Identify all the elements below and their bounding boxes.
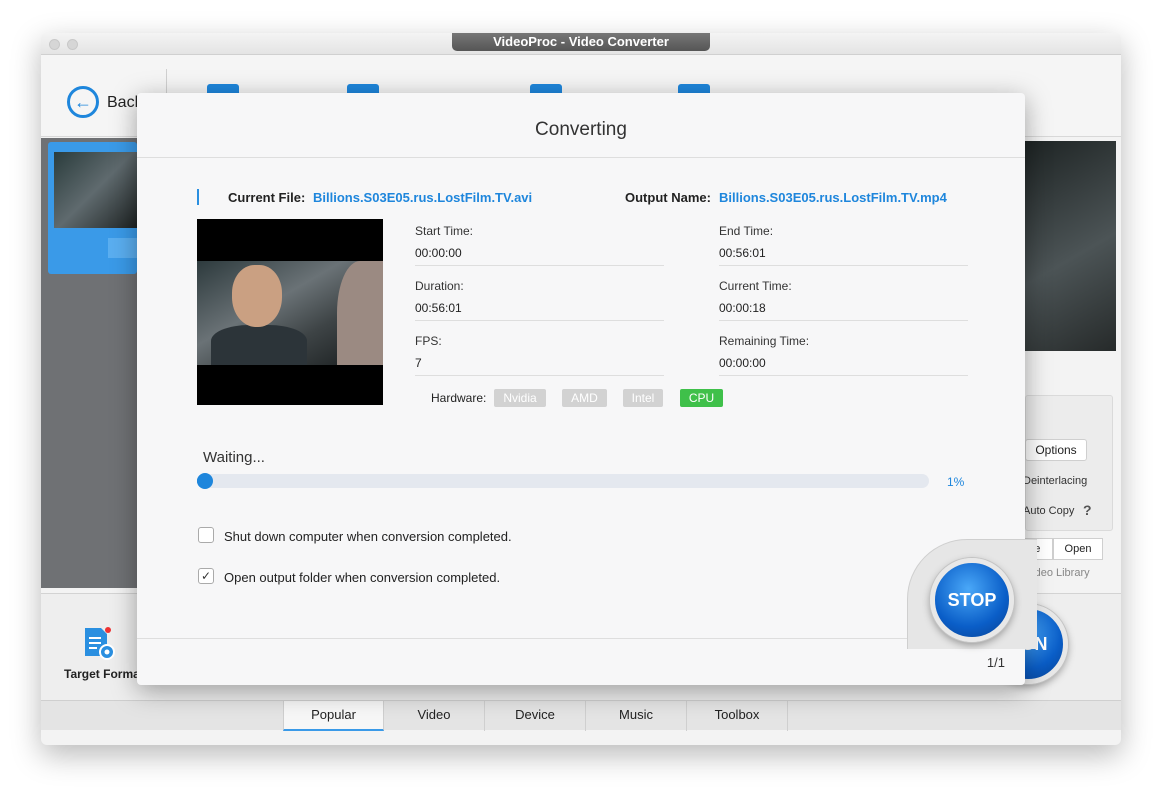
format-tab-bar: Popular Video Device Music Toolbox: [41, 700, 1121, 731]
remaining-time-label: Remaining Time:: [719, 334, 810, 348]
target-format-icon[interactable]: [83, 626, 115, 664]
start-time-value: 00:00:00: [415, 246, 462, 260]
window-title: VideoProc - Video Converter: [452, 33, 710, 51]
shutdown-label[interactable]: Shut down computer when conversion compl…: [224, 529, 512, 544]
info-divider: [719, 265, 968, 266]
dialog-footer-divider: [137, 638, 1025, 639]
hardware-badge-cpu: CPU: [680, 389, 723, 407]
stop-button[interactable]: STOP: [930, 558, 1014, 642]
tab-video[interactable]: Video: [384, 701, 485, 731]
open-button[interactable]: Open: [1053, 538, 1103, 560]
tab-toolbox[interactable]: Toolbox: [687, 701, 788, 731]
output-name-label: Output Name:: [625, 190, 711, 205]
open-folder-checkbox[interactable]: ✓: [198, 568, 214, 584]
hardware-badge-intel: Intel: [623, 389, 663, 407]
section-marker: [197, 189, 199, 205]
auto-copy-label[interactable]: Auto Copy: [1023, 505, 1074, 517]
info-divider: [415, 320, 664, 321]
file-thumbnail-image: [54, 152, 137, 228]
preview-image: [1025, 141, 1116, 351]
close-window-button[interactable]: [49, 39, 60, 50]
title-bar: VideoProc - Video Converter: [41, 33, 1121, 55]
remaining-time-value: 00:00:00: [719, 356, 766, 370]
progress-percent: 1%: [947, 475, 965, 489]
current-time-value: 00:00:18: [719, 301, 766, 315]
thumbnail-action-bar[interactable]: [108, 238, 137, 258]
shutdown-checkbox[interactable]: [198, 527, 214, 543]
tab-device[interactable]: Device: [485, 701, 586, 731]
video-frame-foreground: [337, 261, 383, 365]
options-button[interactable]: Options: [1025, 439, 1087, 461]
start-time-label: Start Time:: [415, 224, 474, 238]
converting-dialog: Converting Current File: Billions.S03E05…: [137, 93, 1037, 685]
tab-music[interactable]: Music: [586, 701, 687, 731]
output-name-value: Billions.S03E05.rus.LostFilm.TV.mp4: [719, 190, 947, 205]
file-list-pane: [41, 138, 137, 588]
hardware-label: Hardware:: [431, 391, 487, 405]
hardware-badge-nvidia: Nvidia: [494, 389, 546, 407]
open-folder-label[interactable]: Open output folder when conversion compl…: [224, 570, 500, 585]
video-frame: [197, 261, 383, 365]
end-time-label: End Time:: [719, 224, 774, 238]
current-time-label: Current Time:: [719, 279, 792, 293]
conversion-status: Waiting...: [203, 449, 265, 466]
end-time-value: 00:56:01: [719, 246, 766, 260]
deinterlacing-label[interactable]: Deinterlacing: [1023, 475, 1087, 487]
dialog-title: Converting: [535, 119, 627, 140]
help-icon[interactable]: ?: [1083, 502, 1092, 518]
page-indicator: 1/1: [986, 655, 1005, 670]
fps-value: 7: [415, 356, 422, 370]
info-divider: [719, 375, 968, 376]
info-divider: [719, 320, 968, 321]
progress-knob: [197, 473, 213, 489]
current-file-value: Billions.S03E05.rus.LostFilm.TV.avi: [313, 190, 533, 205]
dialog-divider: [137, 157, 1025, 158]
duration-value: 00:56:01: [415, 301, 462, 315]
video-frame-face: [232, 265, 282, 327]
file-thumbnail-card[interactable]: [48, 142, 137, 274]
minimize-window-button[interactable]: [67, 39, 78, 50]
duration-label: Duration:: [415, 279, 464, 293]
current-file-label: Current File:: [228, 190, 306, 205]
target-format-label: Target Format: [64, 667, 144, 681]
progress-bar: [197, 473, 929, 489]
video-preview: [197, 219, 383, 405]
tab-popular[interactable]: Popular: [283, 701, 384, 731]
video-frame-figure: [211, 325, 307, 365]
info-divider: [415, 375, 664, 376]
info-divider: [415, 265, 664, 266]
back-arrow-icon[interactable]: ←: [67, 86, 99, 118]
fps-label: FPS:: [415, 334, 442, 348]
hardware-badge-amd: AMD: [562, 389, 607, 407]
